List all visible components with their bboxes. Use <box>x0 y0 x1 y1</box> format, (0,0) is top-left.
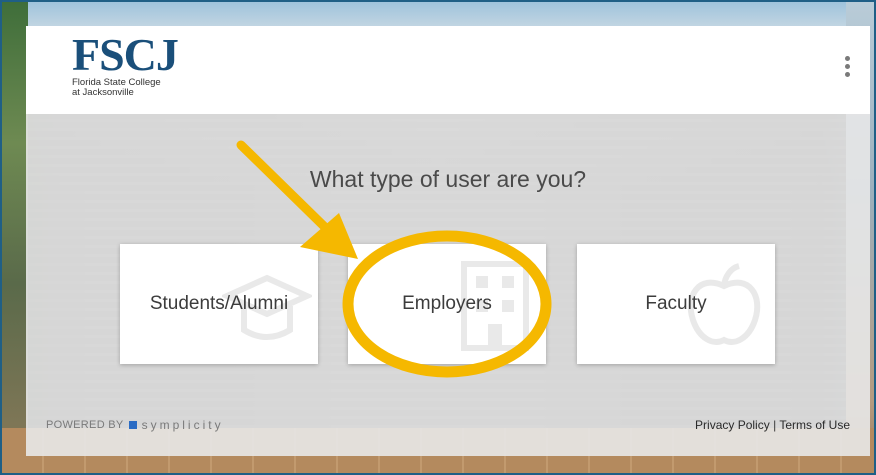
footer-separator: | <box>773 418 777 432</box>
menu-dot <box>844 72 850 77</box>
login-panel: FSCJ Florida State College at Jacksonvil… <box>26 26 870 456</box>
fscj-logo[interactable]: FSCJ Florida State College at Jacksonvil… <box>72 32 192 112</box>
symplicity-brand: symplicity <box>141 418 224 432</box>
logo-mark: FSCJ <box>72 29 179 80</box>
employers-button[interactable]: Employers <box>348 244 546 364</box>
terms-of-use-link[interactable]: Terms of Use <box>779 418 850 432</box>
panel-header: FSCJ Florida State College at Jacksonvil… <box>26 26 870 114</box>
kebab-menu-icon[interactable] <box>842 56 852 82</box>
powered-by: POWERED BY symplicity <box>46 418 224 432</box>
students-alumni-label: Students/Alumni <box>149 293 289 314</box>
powered-by-label: POWERED BY <box>46 419 124 431</box>
footer-links: Privacy Policy | Terms of Use <box>695 418 850 432</box>
employers-label: Employers <box>402 293 492 314</box>
menu-dot <box>844 64 850 69</box>
user-type-question: What type of user are you? <box>309 166 587 192</box>
symplicity-logo-square-icon <box>128 421 137 429</box>
screenshot-frame: FSCJ Florida State College at Jacksonvil… <box>0 0 876 475</box>
privacy-policy-link[interactable]: Privacy Policy <box>695 418 770 432</box>
students-alumni-button[interactable]: Students/Alumni <box>120 244 318 364</box>
user-type-options: Students/Alumni Employers Faculty <box>120 244 780 364</box>
background-palm <box>2 2 28 472</box>
logo-line-2: at Jacksonville <box>72 87 134 98</box>
menu-dot <box>844 56 850 61</box>
faculty-label: Faculty <box>645 293 707 314</box>
faculty-button[interactable]: Faculty <box>577 244 775 364</box>
